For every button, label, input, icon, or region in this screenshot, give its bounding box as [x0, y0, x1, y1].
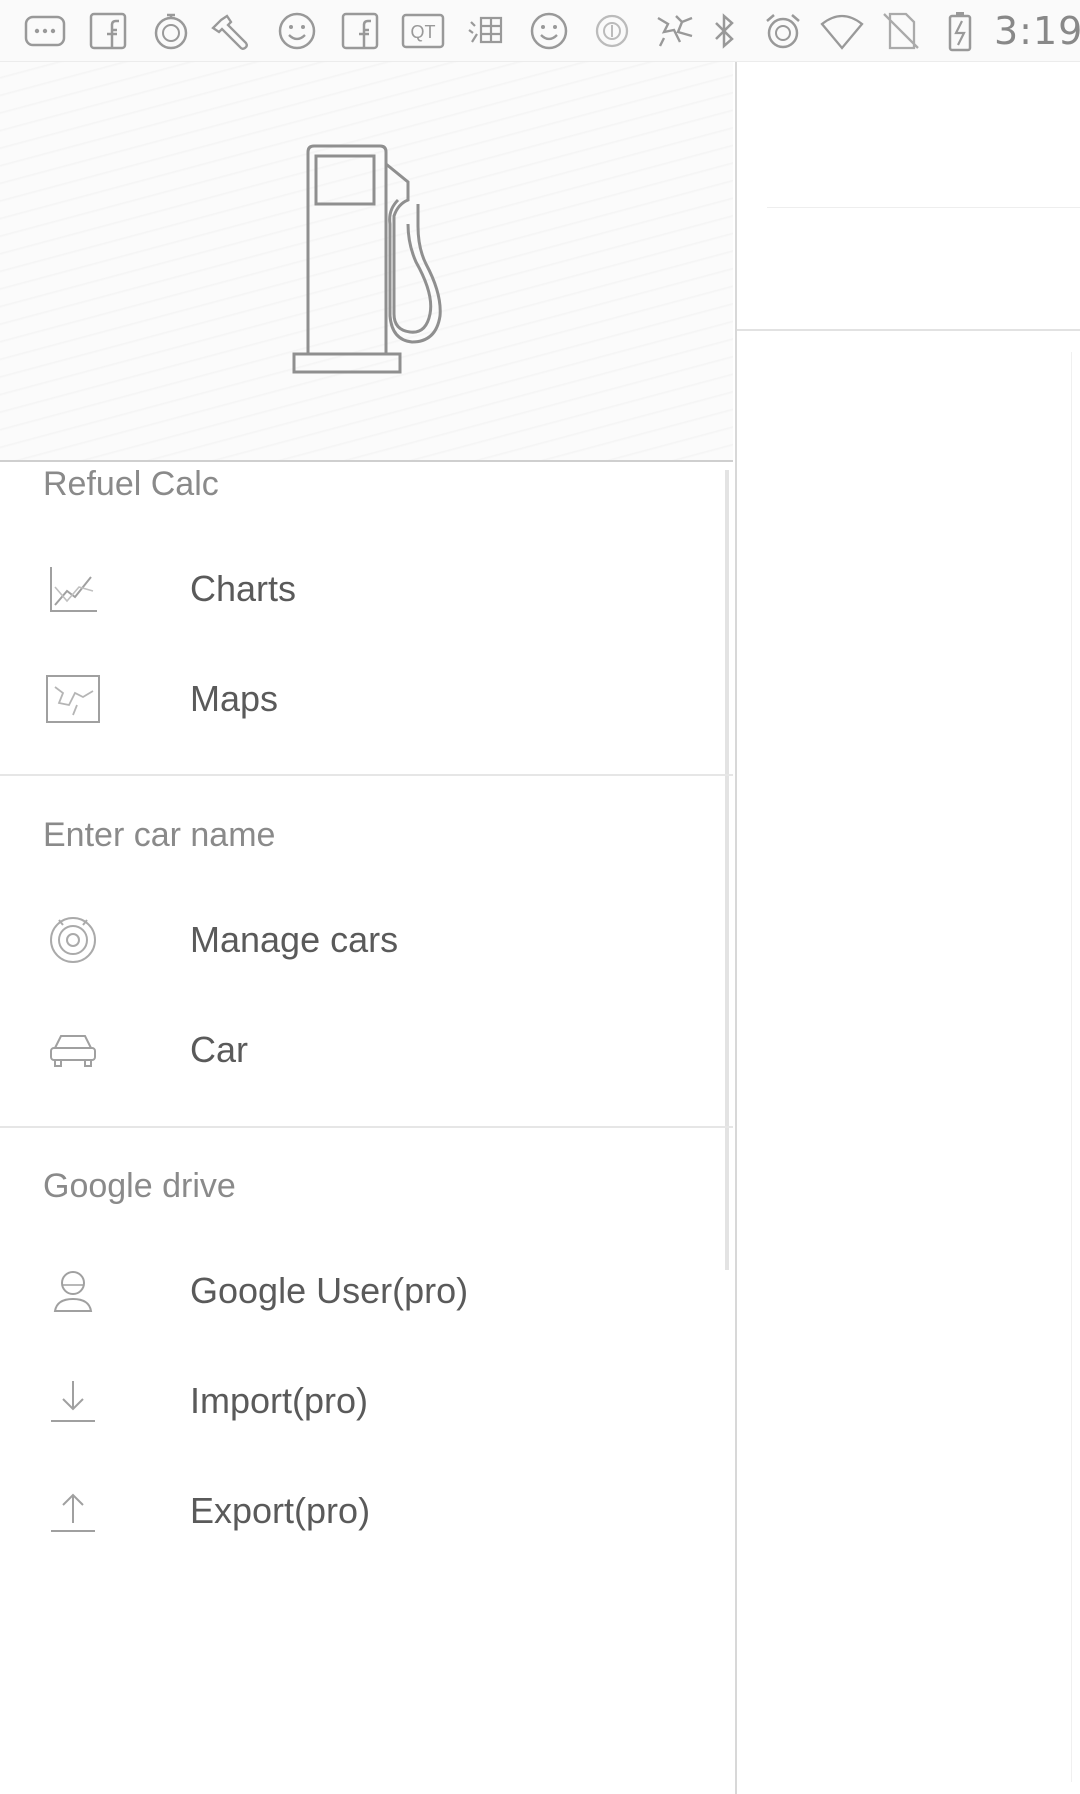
smiley-icon	[272, 6, 321, 55]
menu-item-export[interactable]: Export(pro)	[0, 1456, 733, 1566]
divider	[767, 207, 1080, 208]
divider	[1071, 352, 1072, 1782]
facebook-icon	[83, 6, 132, 55]
battery-charging-icon	[935, 6, 984, 55]
section-divider	[0, 1126, 733, 1128]
menu-item-import[interactable]: Import(pro)	[0, 1346, 733, 1456]
chart-icon	[44, 560, 102, 618]
target-icon	[44, 911, 102, 969]
menu-item-label: Export(pro)	[190, 1490, 371, 1531]
qt-icon: QT	[398, 6, 447, 55]
menu-item-google-user[interactable]: Google User(pro)	[0, 1236, 733, 1346]
status-time: 3:19	[994, 8, 1080, 53]
menu-item-label: Car	[190, 1029, 249, 1070]
wifi-icon	[817, 6, 866, 55]
fuel-pump-icon	[292, 144, 442, 374]
status-bar: QT 3:19	[0, 0, 1080, 62]
bluetooth-icon	[699, 6, 748, 55]
menu-item-label: Import(pro)	[190, 1380, 369, 1421]
toolbar-divider	[737, 329, 1080, 331]
car-icon	[44, 1021, 102, 1079]
sports-icon	[650, 6, 699, 55]
drawer-header	[0, 62, 733, 462]
section-title-car-name: Enter car name	[43, 816, 276, 854]
coin-icon	[587, 6, 636, 55]
menu-item-car[interactable]: Car	[0, 995, 733, 1105]
upload-icon	[44, 1482, 102, 1540]
facebook-icon	[335, 6, 384, 55]
map-icon	[44, 670, 102, 728]
taobao-icon	[461, 6, 510, 55]
no-sim-icon	[876, 6, 925, 55]
menu-item-label: Manage cars	[190, 919, 399, 960]
menu-item-maps[interactable]: Maps	[0, 644, 733, 754]
smiley-icon	[524, 6, 573, 55]
main-content-behind-drawer	[735, 62, 1080, 1794]
menu-item-manage-cars[interactable]: Manage cars	[0, 885, 733, 995]
more-icon	[20, 6, 69, 55]
system-status: 3:19	[699, 6, 1080, 55]
notification-icons: QT	[20, 6, 699, 55]
menu-item-charts[interactable]: Charts	[0, 534, 733, 644]
navigation-drawer[interactable]: Refuel Calc Charts Maps Enter car name M…	[0, 62, 733, 1794]
download-icon	[44, 1372, 102, 1430]
menu-item-label: Charts	[190, 568, 297, 609]
section-title-google-drive: Google drive	[43, 1167, 236, 1205]
wrench-icon	[209, 6, 258, 55]
menu-item-label: Google User(pro)	[190, 1270, 469, 1311]
section-title-refuel-calc: Refuel Calc	[43, 465, 219, 503]
stopwatch-icon	[146, 6, 195, 55]
qt-icon-label: QT	[410, 22, 435, 42]
alarm-icon	[758, 6, 807, 55]
section-divider	[0, 774, 733, 776]
user-icon	[44, 1262, 102, 1320]
app-screen: QT 3:19 Refuel Calc Charts Maps Enter ca…	[0, 0, 1080, 1794]
menu-item-label: Maps	[190, 678, 279, 719]
